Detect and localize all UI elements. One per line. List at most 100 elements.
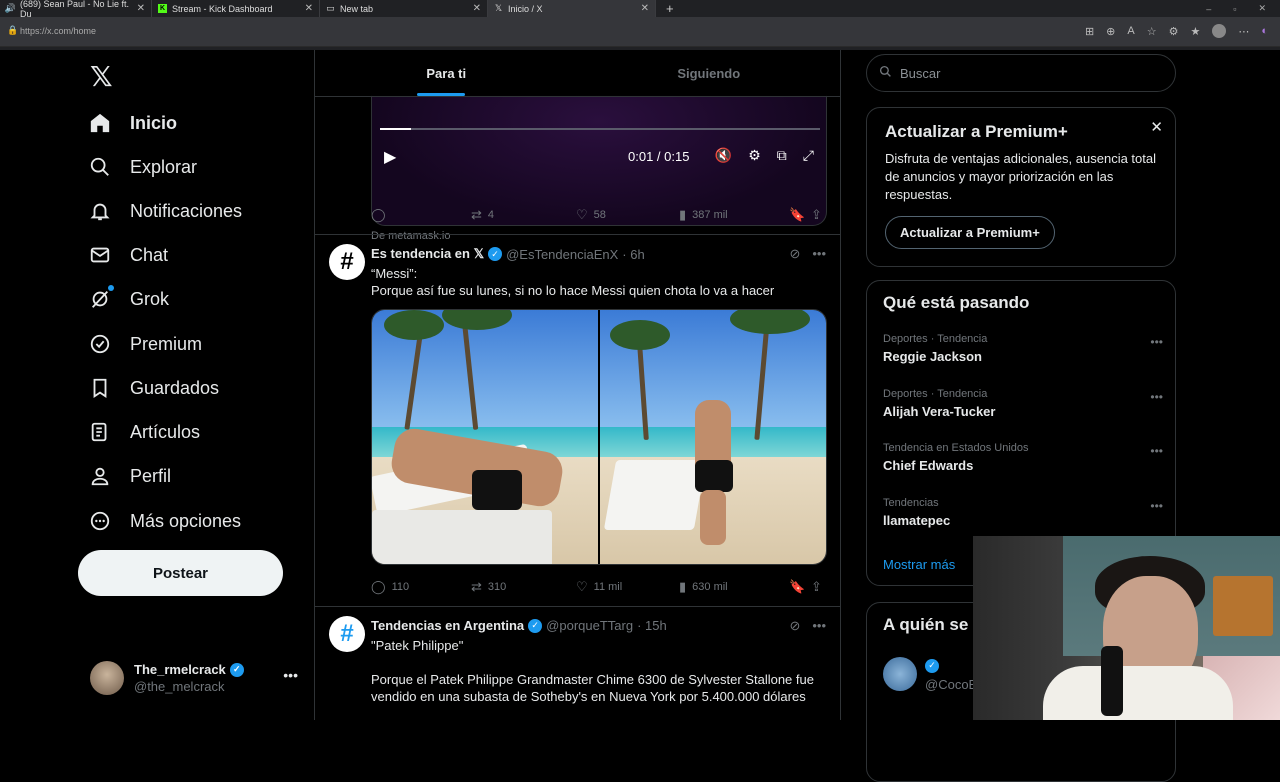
reply-button[interactable]: ◯ <box>371 207 471 223</box>
premium-card: Actualizar a Premium+ Disfruta de ventaj… <box>866 107 1176 267</box>
person-icon <box>88 464 112 488</box>
more-dots-icon[interactable]: ••• <box>1150 444 1163 458</box>
repost-button[interactable]: ⇄ 310 <box>471 579 576 595</box>
close-icon[interactable]: ✕ <box>641 3 649 14</box>
tab-following[interactable]: Siguiendo <box>578 50 841 96</box>
post-handle[interactable]: @EsTendenciaEnX <box>506 247 618 262</box>
reply-button[interactable]: ◯ 110 <box>371 579 471 595</box>
more-dots-icon[interactable]: ••• <box>812 246 826 262</box>
trend-item[interactable]: Deportes · Tendencia Reggie Jackson ••• <box>883 333 1163 364</box>
close-icon[interactable]: ✕ <box>473 3 481 14</box>
repost-count: 310 <box>487 581 507 593</box>
nav-item-premium[interactable]: Premium <box>88 324 202 364</box>
share-button[interactable]: ⇪ <box>811 207 822 223</box>
trend-item[interactable]: Tendencias llamatepec ••• <box>883 497 1163 528</box>
mute-icon[interactable]: 🔇 <box>715 147 732 164</box>
avatar[interactable]: # <box>329 244 365 280</box>
more-dots-icon[interactable]: ••• <box>283 667 298 683</box>
apps-icon[interactable]: ⊞ <box>1085 25 1094 38</box>
heart-icon: ♡ <box>576 207 588 222</box>
views-button[interactable]: ▮ 630 mil <box>679 579 789 595</box>
browser-tab-x[interactable]: 𝕏 Inicio / X ✕ <box>488 0 656 17</box>
avatar[interactable]: # <box>329 616 365 652</box>
browser-tab-youtube[interactable]: 🔊 (689) Sean Paul - No Lie ft. Du ✕ <box>0 0 152 19</box>
post-photo[interactable] <box>600 310 826 564</box>
x-logo-icon[interactable]: 𝕏 <box>90 60 113 93</box>
post-actions: ◯ ⇄ 4 ♡ 58 ▮ 387 mil 🔖 ⇪ <box>371 207 827 223</box>
verified-badge-icon: ✓ <box>488 247 503 261</box>
nav-item-bookmarks[interactable]: Guardados <box>88 368 219 408</box>
pip-icon[interactable]: ⧉ <box>777 147 787 164</box>
post-author[interactable]: Es tendencia en 𝕏 <box>371 246 484 262</box>
more-dots-icon[interactable]: ••• <box>1150 335 1163 349</box>
collections-icon[interactable]: ★ <box>1190 25 1200 38</box>
browser-tab-newtab[interactable]: ▭ New tab ✕ <box>320 0 488 17</box>
more-dots-icon[interactable]: ••• <box>1150 499 1163 513</box>
close-icon[interactable]: ✕ <box>137 3 145 14</box>
video-source[interactable]: De metamask.io <box>371 230 450 242</box>
premium-button[interactable]: Actualizar a Premium+ <box>885 216 1055 249</box>
read-aloud-icon[interactable]: A <box>1127 25 1134 37</box>
address-bar: 🔒 https://x.com/home ⊞ ⊕ A ☆ ⚙ ★ ⋯ ◐ <box>0 17 1280 47</box>
maximize-icon[interactable]: ▫ <box>1233 4 1236 14</box>
nav-item-grok[interactable]: Grok <box>88 279 169 319</box>
repost-count: 4 <box>487 209 495 221</box>
settings-gear-icon[interactable]: ⚙ <box>748 147 761 164</box>
search-box[interactable] <box>866 54 1176 92</box>
extensions-icon[interactable]: ⚙ <box>1169 25 1179 38</box>
fullscreen-icon[interactable]: ⤢ <box>803 147 814 164</box>
show-more-link[interactable]: Mostrar más <box>883 557 955 572</box>
like-button[interactable]: ♡ 58 <box>576 207 679 223</box>
bookmark-button[interactable]: 🔖 <box>789 579 811 595</box>
favorite-star-icon[interactable]: ☆ <box>1147 25 1157 38</box>
post-handle[interactable]: @porqueTTarg <box>546 618 633 633</box>
play-icon[interactable]: ▶ <box>384 147 396 167</box>
like-button[interactable]: ♡ 11 mil <box>576 579 679 595</box>
trend-item[interactable]: Deportes · Tendencia Alijah Vera-Tucker … <box>883 388 1163 419</box>
nav-item-more[interactable]: Más opciones <box>88 501 241 541</box>
menu-icon[interactable]: ⋯ <box>1238 25 1249 38</box>
nav-item-notifications[interactable]: Notificaciones <box>88 191 242 231</box>
bookmark-button[interactable]: 🔖 <box>789 207 811 223</box>
trend-context: Tendencia en Estados Unidos <box>883 442 1029 454</box>
grok-icon[interactable]: ⊘ <box>789 618 800 634</box>
search-input[interactable] <box>900 65 1150 81</box>
close-icon[interactable]: ✕ <box>1150 118 1163 136</box>
tab-for-you[interactable]: Para ti <box>315 50 578 96</box>
video-progress-bar[interactable] <box>380 128 820 130</box>
new-tab-button[interactable]: + <box>666 1 674 16</box>
post-photo[interactable] <box>372 310 598 564</box>
copilot-icon[interactable]: ◐ <box>1261 25 1268 37</box>
post-author[interactable]: Tendencias en Argentina <box>371 618 524 633</box>
account-switcher[interactable]: The_rmelcrack ✓ @the_melcrack ••• <box>90 655 298 701</box>
post-time[interactable]: · 6h <box>622 247 644 262</box>
share-button[interactable]: ⇪ <box>811 579 822 595</box>
post-time[interactable]: · 15h <box>637 618 667 633</box>
zoom-icon[interactable]: ⊕ <box>1106 25 1115 38</box>
close-window-icon[interactable]: ✕ <box>1258 3 1266 14</box>
nav-item-home[interactable]: Inicio <box>88 103 177 143</box>
trend-item[interactable]: Tendencia en Estados Unidos Chief Edward… <box>883 442 1163 473</box>
post-button[interactable]: Postear <box>78 550 283 596</box>
more-dots-icon[interactable]: ••• <box>1150 390 1163 404</box>
reply-icon: ◯ <box>371 207 386 222</box>
close-icon[interactable]: ✕ <box>305 3 313 14</box>
minimize-icon[interactable]: – <box>1206 4 1211 14</box>
views-button[interactable]: ▮ 387 mil <box>679 207 789 223</box>
lock-icon[interactable]: 🔒 <box>7 25 18 36</box>
nav-item-chat[interactable]: Chat <box>88 235 168 275</box>
share-icon: ⇪ <box>811 579 822 594</box>
repost-button[interactable]: ⇄ 4 <box>471 207 576 223</box>
grok-icon <box>88 285 114 311</box>
feed-tabs: Para ti Siguiendo <box>315 50 840 97</box>
url-field[interactable]: https://x.com/home <box>20 26 96 36</box>
nav-item-profile[interactable]: Perfil <box>88 456 171 496</box>
browser-tab-kick[interactable]: K Stream - Kick Dashboard ✕ <box>152 0 320 17</box>
nav-item-explore[interactable]: Explorar <box>88 147 197 187</box>
more-dots-icon[interactable]: ••• <box>812 618 826 634</box>
grok-icon[interactable]: ⊘ <box>789 246 800 262</box>
nav-item-articles[interactable]: Artículos <box>88 412 200 452</box>
browser-profile-avatar[interactable] <box>1212 24 1227 38</box>
tab-title: Stream - Kick Dashboard <box>172 3 273 14</box>
suggested-user[interactable]: ✓ @CocoE <box>883 655 977 692</box>
